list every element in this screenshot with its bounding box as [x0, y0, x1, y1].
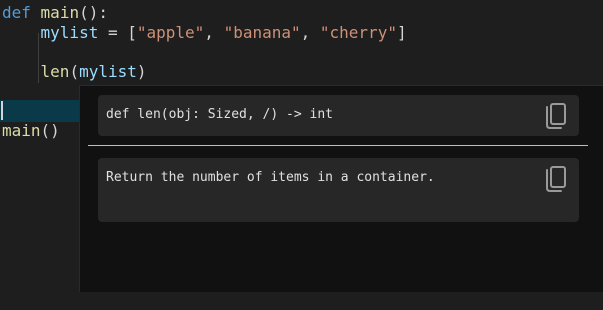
punctuation: () [40, 121, 60, 140]
documentation-block: Return the number of items in a containe… [98, 158, 579, 222]
punctuation: ) [136, 62, 147, 81]
code-line-1[interactable]: def main(): [2, 2, 108, 24]
variable-name: mylist [40, 23, 99, 42]
code-line-6[interactable]: main() [2, 120, 60, 142]
function-name: main [40, 3, 80, 22]
keyword-def: def [2, 3, 31, 22]
signature-block: def len(obj: Sized, /) -> int [98, 95, 579, 136]
text-cursor [1, 101, 3, 120]
code-editor[interactable]: def main(): mylist = ["apple", "banana",… [0, 0, 603, 310]
documentation-text: Return the number of items in a containe… [106, 170, 435, 185]
hover-tooltip: def len(obj: Sized, /) -> int Return the… [79, 85, 603, 292]
code-line-4[interactable]: len(mylist) [2, 61, 147, 83]
copy-icon [546, 166, 566, 192]
copy-icon [546, 103, 566, 129]
code-line-2[interactable]: mylist = ["apple", "banana", "cherry"] [2, 22, 407, 44]
copy-doc-button[interactable] [543, 165, 569, 193]
function-name: main [2, 121, 41, 140]
divider [88, 145, 588, 146]
punctuation: = [ [98, 23, 137, 42]
variable-name: mylist [79, 62, 137, 81]
punctuation: ] [396, 23, 407, 42]
punctuation: , [204, 23, 224, 42]
punctuation: (): [79, 3, 108, 22]
function-name: len [40, 62, 70, 81]
signature-text: def len(obj: Sized, /) -> int [106, 107, 333, 122]
punctuation: ( [69, 62, 80, 81]
string-literal: "apple" [136, 23, 205, 42]
copy-signature-button[interactable] [543, 102, 569, 130]
string-literal: "cherry" [319, 23, 397, 42]
string-literal: "banana" [223, 23, 301, 42]
punctuation: , [300, 23, 320, 42]
